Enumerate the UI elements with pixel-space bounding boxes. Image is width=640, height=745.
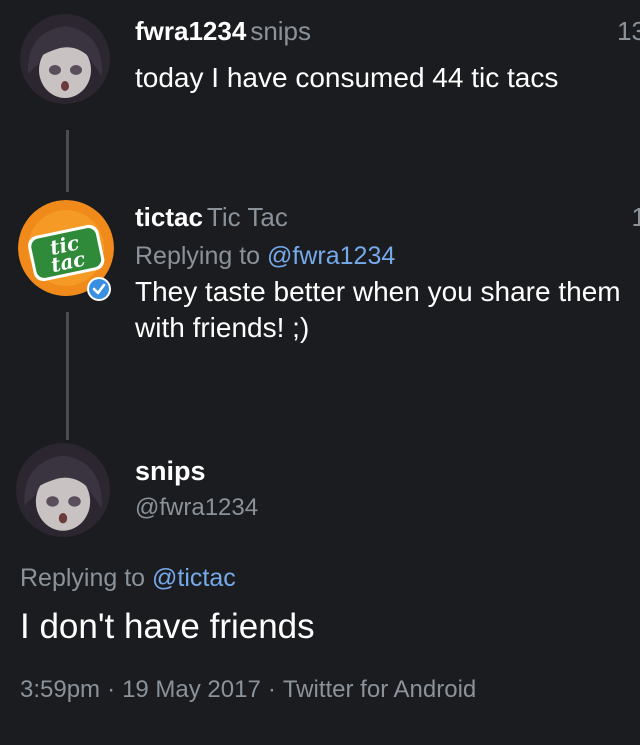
replying-to-label: Replying to: [20, 564, 146, 592]
replying-to-label: Replying to: [135, 242, 261, 270]
separator: ·: [267, 676, 276, 703]
tweet-text: I don't have friends: [20, 607, 315, 646]
thread-connector: [66, 312, 69, 440]
replying-to: Replying to @tictac: [20, 562, 236, 594]
tweet-meta-number: 1: [631, 202, 640, 232]
mention-link[interactable]: @tictac: [152, 564, 236, 592]
tweet[interactable]: tictac Tic Tac 1 Replying to @fwra1234 Th…: [135, 202, 640, 346]
user-handle[interactable]: snips: [250, 16, 311, 46]
tweet-header: tictac Tic Tac: [135, 202, 640, 232]
replying-to: Replying to @fwra1234: [135, 240, 640, 272]
tweet-source[interactable]: Twitter for Android: [283, 676, 476, 703]
tweet-meta-number: 13: [617, 16, 640, 46]
display-name[interactable]: tictac: [135, 202, 203, 232]
tweet-footer: 3:59pm · 19 May 2017 · Twitter for Android: [20, 674, 476, 706]
mention-link[interactable]: @fwra1234: [267, 242, 395, 270]
display-name[interactable]: snips: [135, 456, 206, 486]
user-handle[interactable]: Tic Tac: [207, 202, 288, 232]
tweet-text: They taste better when you share them wi…: [135, 276, 621, 343]
tweet-time[interactable]: 3:59pm: [20, 676, 100, 703]
tweet-text: today I have consumed 44 tic tacs: [135, 62, 559, 93]
thread-connector: [66, 130, 69, 192]
separator: ·: [107, 676, 116, 703]
tweet-thread-screen: fwra1234 snips 13 today I have consumed 4…: [0, 0, 640, 745]
user-handle[interactable]: @fwra1234: [135, 494, 640, 522]
avatar[interactable]: [16, 443, 110, 537]
focused-tweet-author[interactable]: snips @fwra1234: [135, 456, 640, 522]
tweet[interactable]: fwra1234 snips 13 today I have consumed 4…: [135, 16, 640, 96]
tweet-header: fwra1234 snips: [135, 16, 640, 46]
display-name[interactable]: fwra1234: [135, 16, 246, 46]
avatar[interactable]: [20, 14, 110, 104]
tweet-date[interactable]: 19 May 2017: [122, 676, 261, 703]
verified-badge-icon: [86, 276, 112, 302]
